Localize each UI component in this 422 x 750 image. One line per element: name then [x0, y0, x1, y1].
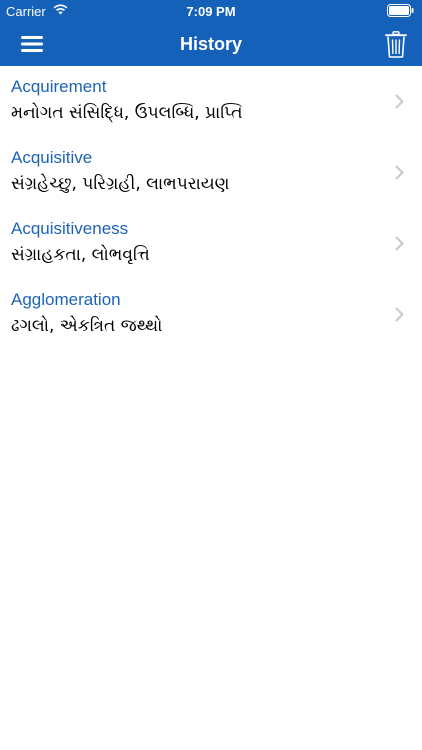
- history-item-acquirement[interactable]: Acquirement મનોગત સંસિદ્ધિ, ઉપલબ્ધિ, પ્ર…: [0, 66, 422, 137]
- history-item-acquisitive[interactable]: Acquisitive સંગ્રહેચ્છુ, પરિગ્રહી, લાભપર…: [0, 137, 422, 208]
- page-title: History: [179, 34, 242, 54]
- nav-bar: History: [0, 22, 422, 66]
- header: Carrier 7:09 PM History: [0, 0, 422, 66]
- history-item-agglomeration[interactable]: Agglomeration ઢગલો, એકત્રિત જથ્થો: [0, 279, 422, 350]
- history-item-meaning: ઢગલો, એકત્રિત જથ્થો: [11, 316, 163, 336]
- history-item-word: Acquisitive: [11, 148, 93, 167]
- history-item-word: Acquisitiveness: [11, 219, 129, 238]
- history-item-meaning: મનોગત સંસિદ્ધિ, ઉપલબ્ધિ, પ્રાપ્તિ: [11, 103, 243, 123]
- status-time: 7:09 PM: [186, 4, 236, 19]
- history-item-word: Acquirement: [11, 77, 107, 96]
- history-item-word: Agglomeration: [11, 290, 121, 309]
- history-list: Acquirement મનોગત સંસિદ્ધિ, ઉપલબ્ધિ, પ્ર…: [0, 66, 422, 350]
- chevron-right-icon: [395, 165, 404, 180]
- history-screen: Carrier 7:09 PM History Acquirement મનોગ…: [0, 0, 422, 750]
- history-item-acquisitiveness[interactable]: Acquisitiveness સંગ્રાહકતા, લોભવૃત્તિ: [0, 208, 422, 279]
- chevron-right-icon: [395, 236, 404, 251]
- chevron-right-icon: [395, 307, 404, 322]
- history-item-meaning: સંગ્રહેચ્છુ, પરિગ્રહી, લાભપરાયણ: [11, 174, 230, 194]
- chevron-right-icon: [395, 94, 404, 109]
- battery-icon: [387, 4, 414, 17]
- clear-history-button[interactable]: [382, 29, 410, 59]
- status-bar: Carrier 7:09 PM: [0, 0, 422, 22]
- trash-icon: [385, 30, 407, 58]
- history-item-meaning: સંગ્રાહકતા, લોભવૃત્તિ: [11, 245, 150, 265]
